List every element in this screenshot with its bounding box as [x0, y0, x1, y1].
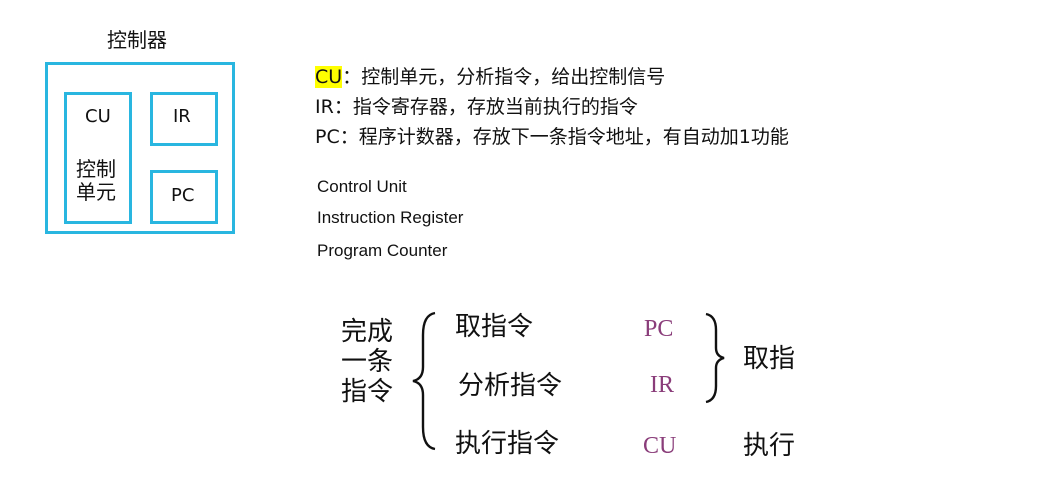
right-brace [705, 312, 725, 404]
controller-title: 控制器 [107, 28, 167, 52]
complete-one-instruction-label: 完成 一条 指令 [341, 317, 401, 407]
register-ir: IR [650, 372, 674, 398]
english-instruction-register: Instruction Register [317, 208, 464, 227]
step-execute-instruction: 执行指令 [455, 429, 560, 459]
definition-pc-text: ：程序计数器，存放下一条指令地址，有自动加1功能 [339, 126, 789, 148]
english-control-unit: Control Unit [317, 177, 407, 196]
english-program-counter: Program Counter [317, 241, 448, 260]
phase-fetch: 取指 [743, 344, 796, 374]
phase-execute: 执行 [743, 431, 796, 461]
definition-cu-abbr: CU [315, 66, 343, 88]
definition-cu-text: ：控制单元，分析指令，给出控制信号 [342, 66, 666, 88]
step-analyze-instruction: 分析指令 [458, 371, 563, 401]
cycle-left-line2: 一条 [341, 347, 394, 377]
definition-ir: IR：指令寄存器，存放当前执行的指令 [315, 92, 638, 119]
definition-pc: PC：程序计数器，存放下一条指令地址，有自动加1功能 [315, 122, 789, 149]
left-brace [412, 311, 436, 451]
register-cu: CU [643, 433, 677, 459]
cu-sub-line1: 控制 [76, 157, 116, 181]
cycle-left-line3: 指令 [341, 377, 394, 407]
cu-sub-line2: 单元 [76, 180, 116, 204]
definition-ir-abbr: IR [315, 96, 334, 118]
step-fetch-instruction: 取指令 [455, 312, 534, 342]
definition-ir-text: ：指令寄存器，存放当前执行的指令 [333, 96, 638, 118]
ir-box-label: IR [173, 106, 191, 127]
definition-cu: CU：控制单元，分析指令，给出控制信号 [315, 62, 665, 89]
cu-box-sublabel: 控制 单元 [76, 158, 126, 204]
cycle-left-line1: 完成 [341, 317, 394, 347]
register-pc: PC [644, 316, 674, 342]
definition-pc-abbr: PC [315, 126, 340, 148]
pc-box-label: PC [171, 185, 195, 206]
cu-box-label: CU [85, 106, 111, 127]
